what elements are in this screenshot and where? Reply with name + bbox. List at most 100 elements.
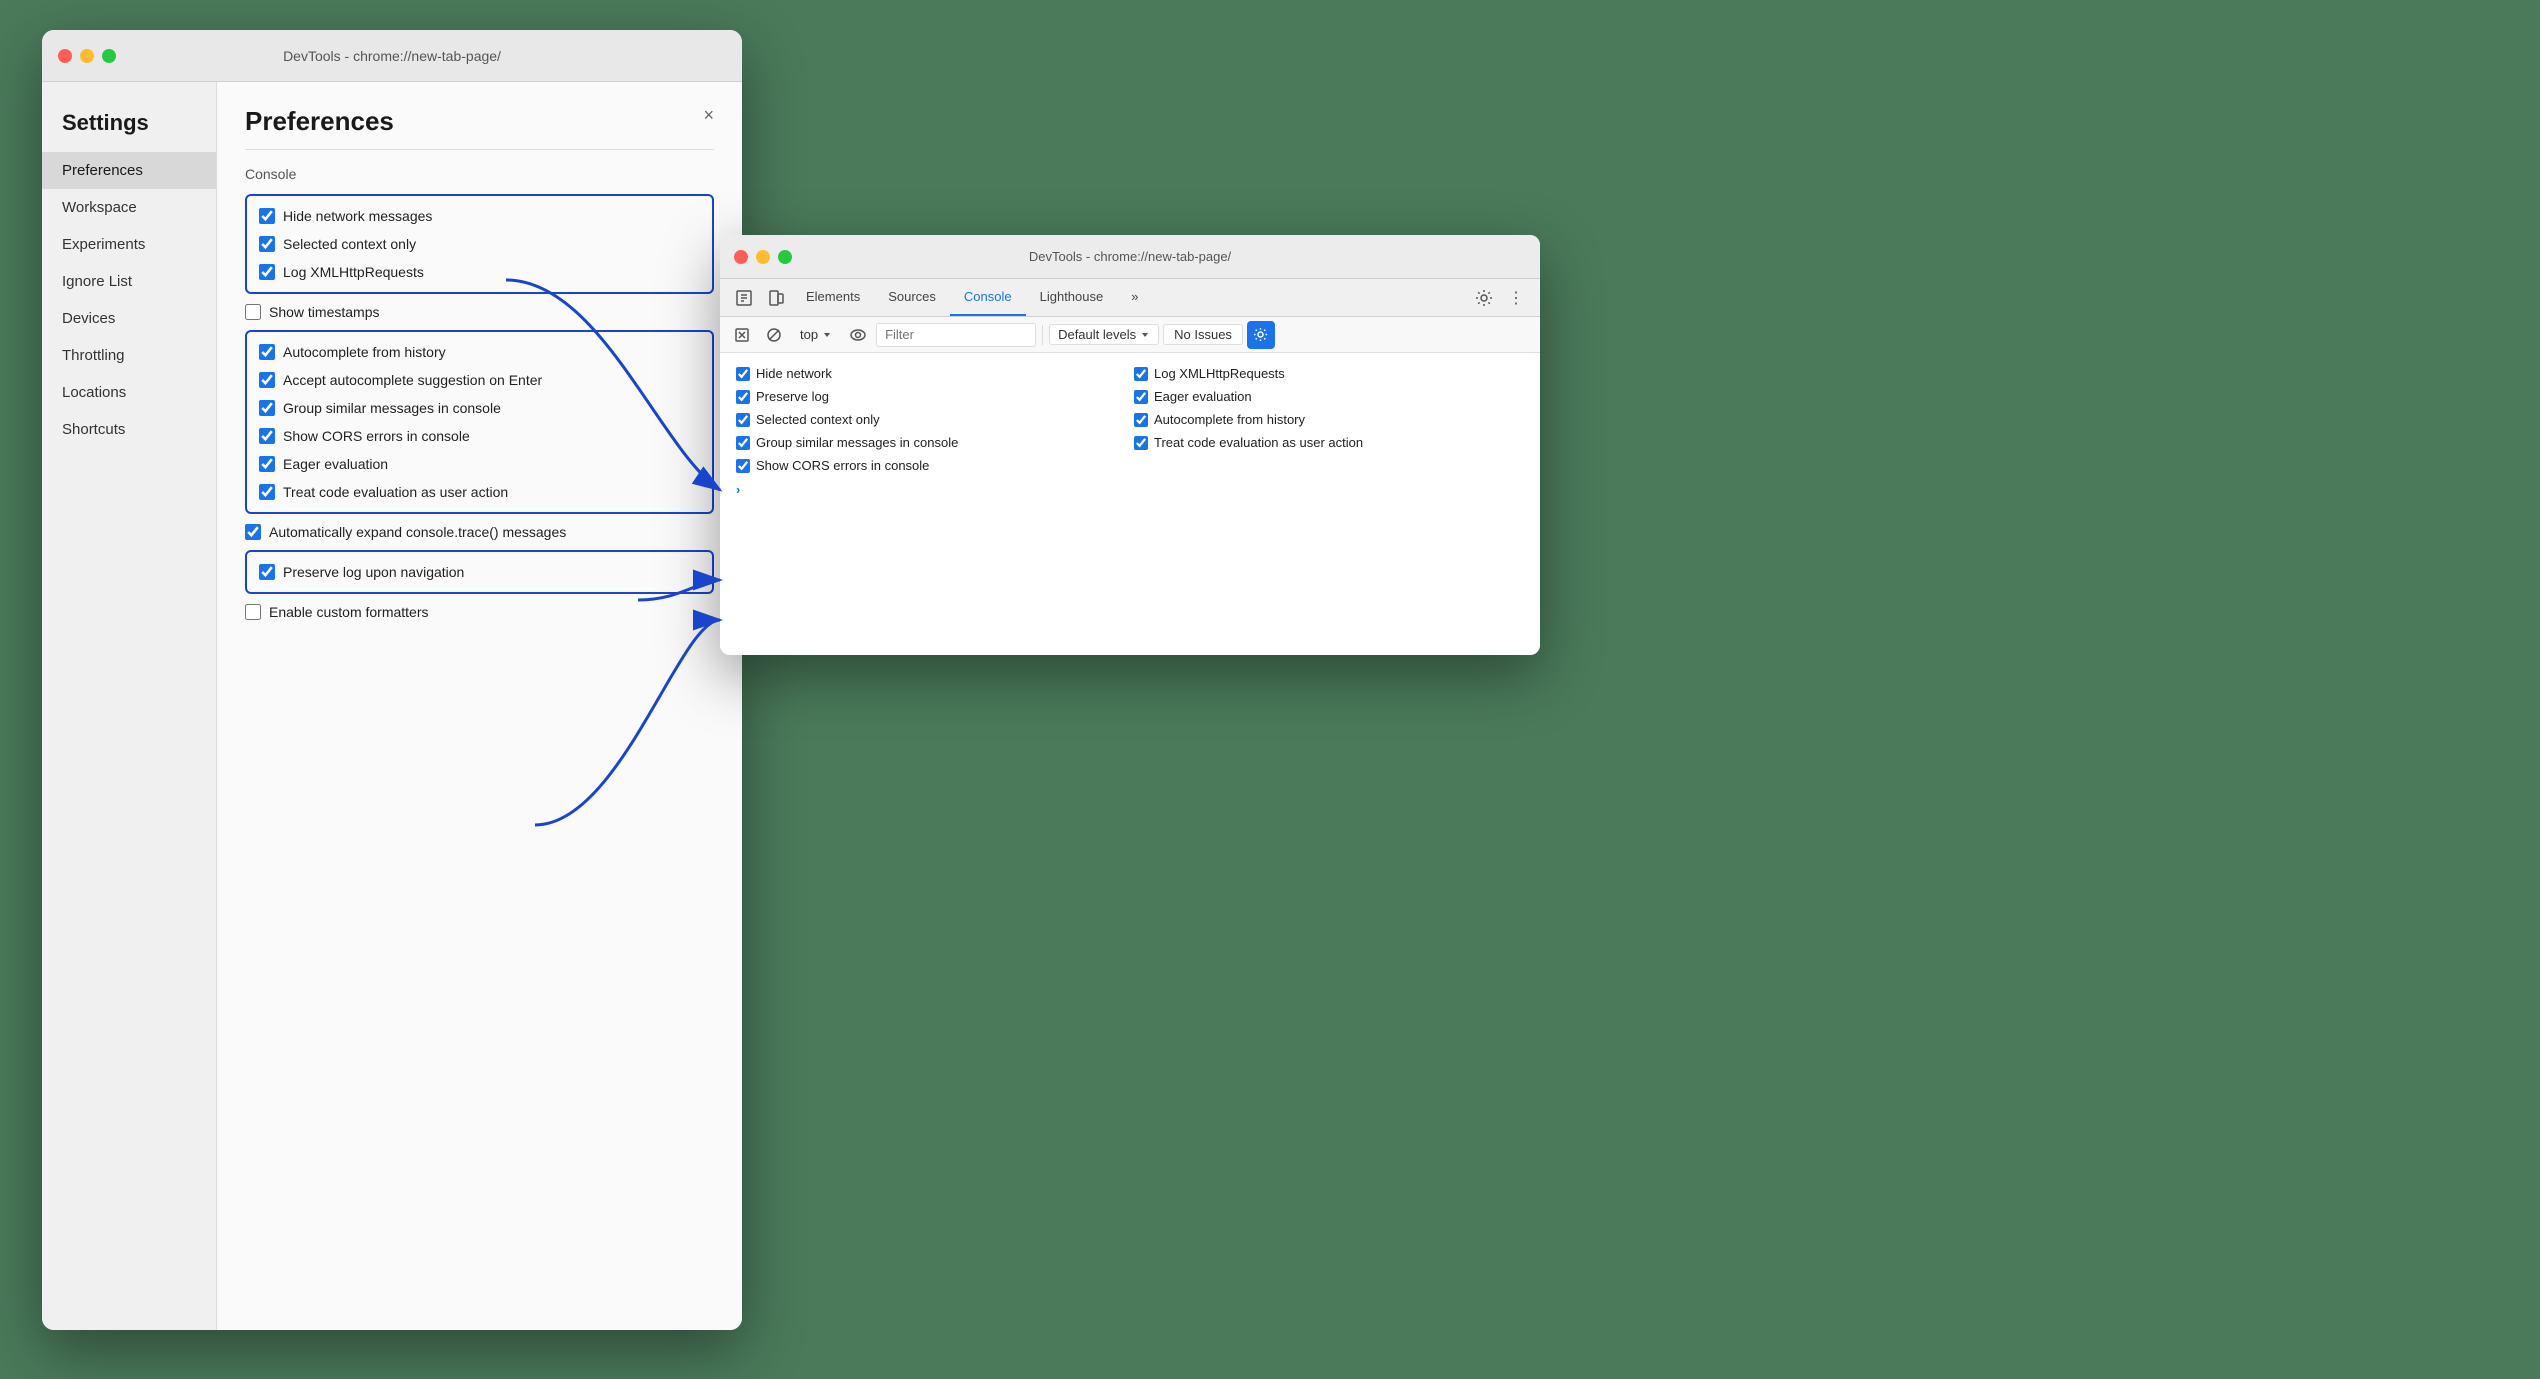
checkbox-group-similar: Group similar messages in console [259,394,700,422]
traffic-lights [58,49,116,63]
console-group-similar-label: Group similar messages in console [756,435,958,450]
checkbox-group-similar-input[interactable] [259,400,275,416]
checkbox-custom-formatters: Enable custom formatters [245,602,714,622]
prompt-chevron: › [736,482,740,497]
console-preserve-log-input[interactable] [736,390,750,404]
sidebar-item-workspace[interactable]: Workspace [42,189,216,226]
sidebar-item-shortcuts[interactable]: Shortcuts [42,411,216,448]
console-row-3: Selected context only Autocomplete from … [736,409,1524,430]
console-log-xml-input[interactable] [1134,367,1148,381]
console-preserve-log-label: Preserve log [756,389,829,404]
settings-active-icon[interactable] [1247,321,1275,349]
clear-console-icon[interactable] [728,321,756,349]
settings-sidebar: Settings Preferences Workspace Experimen… [42,82,217,1330]
sidebar-item-preferences[interactable]: Preferences [42,152,216,189]
console-treat-code: Treat code evaluation as user action [1134,432,1524,453]
devtools-tabs-bar: Elements Sources Console Lighthouse » ⋮ [720,279,1540,317]
checkbox-selected-context-label: Selected context only [283,236,416,252]
sidebar-item-devices[interactable]: Devices [42,300,216,337]
right-minimize-light[interactable] [756,250,770,264]
console-hide-network: Hide network [736,363,1126,384]
top-label: top [800,327,818,342]
checkbox-preserve-log-input[interactable] [259,564,275,580]
sidebar-item-locations[interactable]: Locations [42,374,216,411]
console-log-xml-label: Log XMLHttpRequests [1154,366,1285,381]
console-cors-errors-input[interactable] [736,459,750,473]
right-titlebar-text: DevTools - chrome://new-tab-page/ [1029,249,1231,264]
checkbox-cors-errors-input[interactable] [259,428,275,444]
more-options-icon[interactable]: ⋮ [1500,282,1532,314]
checkbox-log-xml-input[interactable] [259,264,275,280]
settings-window: DevTools - chrome://new-tab-page/ Settin… [42,30,742,1330]
right-maximize-light[interactable] [778,250,792,264]
checkbox-accept-autocomplete: Accept autocomplete suggestion on Enter [259,366,700,394]
checkbox-cors-errors-label: Show CORS errors in console [283,428,470,444]
console-autocomplete-input[interactable] [1134,413,1148,427]
console-log-xml: Log XMLHttpRequests [1134,363,1524,384]
console-cors-errors-label: Show CORS errors in console [756,458,929,473]
maximize-traffic-light[interactable] [102,49,116,63]
checkbox-expand-trace: Automatically expand console.trace() mes… [245,522,714,542]
checkbox-accept-autocomplete-label: Accept autocomplete suggestion on Enter [283,372,542,388]
checkbox-custom-formatters-input[interactable] [245,604,261,620]
console-selected-context-input[interactable] [736,413,750,427]
close-traffic-light[interactable] [58,49,72,63]
checkbox-eager-eval-label: Eager evaluation [283,456,388,472]
console-cors-errors: Show CORS errors in console [736,455,1126,476]
default-levels-button[interactable]: Default levels [1049,324,1159,345]
checkbox-preserve-log-label: Preserve log upon navigation [283,564,464,580]
console-hide-network-label: Hide network [756,366,832,381]
checkbox-preserve-log: Preserve log upon navigation [259,558,700,586]
checkbox-hide-network-input[interactable] [259,208,275,224]
preferences-title: Preferences [245,106,394,137]
close-button[interactable]: × [703,106,714,124]
tab-sources[interactable]: Sources [874,279,950,316]
sidebar-item-experiments[interactable]: Experiments [42,226,216,263]
console-toolbar: top Default levels No Issues [720,317,1540,353]
console-selected-context: Selected context only [736,409,1126,430]
tab-elements[interactable]: Elements [792,279,874,316]
console-treat-code-input[interactable] [1134,436,1148,450]
content-header: Preferences × [245,106,714,150]
checkbox-selected-context-input[interactable] [259,236,275,252]
console-autocomplete-label: Autocomplete from history [1154,412,1305,427]
settings-gear-icon[interactable] [1468,282,1500,314]
checkbox-show-timestamps: Show timestamps [245,302,714,322]
tab-more[interactable]: » [1117,279,1152,316]
checkbox-treat-code-input[interactable] [259,484,275,500]
checkbox-treat-code: Treat code evaluation as user action [259,478,700,506]
filter-input[interactable] [876,323,1036,347]
console-eager-eval-label: Eager evaluation [1154,389,1252,404]
default-levels-label: Default levels [1058,327,1136,342]
console-eager-eval-input[interactable] [1134,390,1148,404]
checkbox-show-timestamps-input[interactable] [245,304,261,320]
right-close-light[interactable] [734,250,748,264]
sidebar-item-ignore-list[interactable]: Ignore List [42,263,216,300]
sidebar-item-throttling[interactable]: Throttling [42,337,216,374]
block-icon[interactable] [760,321,788,349]
console-autocomplete: Autocomplete from history [1134,409,1524,430]
blue-box-2: Autocomplete from history Accept autocom… [245,330,714,514]
console-preserve-log: Preserve log [736,386,1126,407]
checkbox-treat-code-label: Treat code evaluation as user action [283,484,508,500]
toolbar-separator [1042,325,1043,345]
no-issues-label: No Issues [1174,327,1232,342]
top-dropdown[interactable]: top [792,325,840,344]
console-group-similar-input[interactable] [736,436,750,450]
tab-lighthouse[interactable]: Lighthouse [1026,279,1118,316]
console-hide-network-input[interactable] [736,367,750,381]
checkbox-autocomplete-history-input[interactable] [259,344,275,360]
checkbox-eager-eval-input[interactable] [259,456,275,472]
console-eager-eval: Eager evaluation [1134,386,1524,407]
console-group-similar: Group similar messages in console [736,432,1126,453]
eye-icon[interactable] [844,321,872,349]
console-selected-context-label: Selected context only [756,412,880,427]
no-issues-button[interactable]: No Issues [1163,324,1243,345]
device-toolbar-icon[interactable] [760,282,792,314]
checkbox-show-timestamps-label: Show timestamps [269,304,379,320]
checkbox-expand-trace-input[interactable] [245,524,261,540]
elements-inspector-icon[interactable] [728,282,760,314]
tab-console[interactable]: Console [950,279,1026,316]
minimize-traffic-light[interactable] [80,49,94,63]
checkbox-accept-autocomplete-input[interactable] [259,372,275,388]
